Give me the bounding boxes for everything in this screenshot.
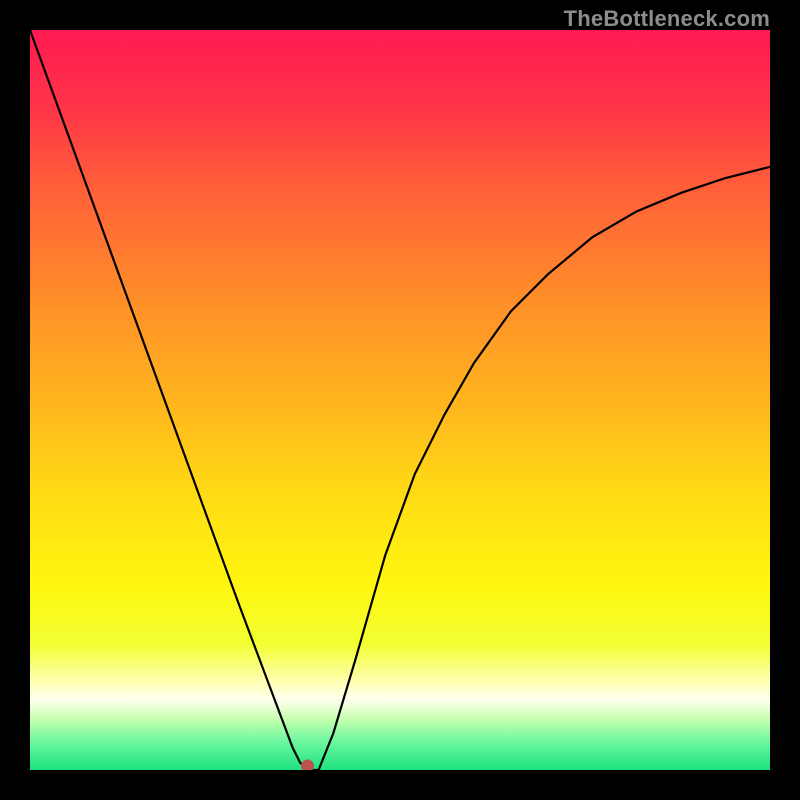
plot-area (30, 30, 770, 770)
watermark-text: TheBottleneck.com (564, 6, 770, 32)
bottleneck-curve (30, 30, 770, 770)
minimum-marker (302, 760, 314, 770)
chart-frame: TheBottleneck.com (0, 0, 800, 800)
